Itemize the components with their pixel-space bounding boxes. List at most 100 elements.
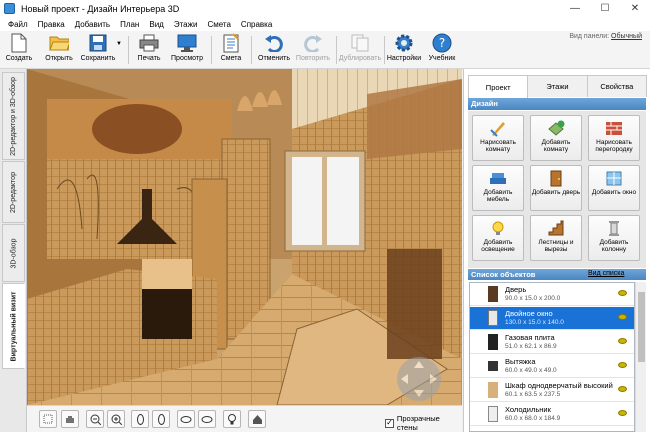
window-title: Новый проект - Дизайн Интерьера 3D <box>21 3 180 14</box>
settings-button[interactable]: Настройки <box>386 33 422 67</box>
list-item[interactable]: Шкаф однодверчатый высокий 60.1 x 63.5 x… <box>470 379 634 402</box>
undo-button[interactable]: Отменить <box>256 33 292 67</box>
object-list: Дверь 90.0 x 15.0 x 200.0 Двойное окно 1… <box>469 282 635 432</box>
menu-edit[interactable]: Правка <box>33 20 70 29</box>
add-window-button[interactable]: Добавить окно <box>588 165 640 211</box>
tab-3d-view[interactable]: 3D-обзор <box>2 224 25 282</box>
visibility-eye-icon[interactable] <box>618 314 627 320</box>
design-buttons-grid: Нарисовать комнату Добавить комнату Нари… <box>468 111 646 268</box>
print-button[interactable]: Печать <box>134 33 164 67</box>
door-icon <box>550 170 562 187</box>
tab-virtual-visit[interactable]: Виртуальный визит <box>2 283 25 369</box>
list-item-selected[interactable]: Двойное окно 130.0 x 15.0 x 140.0 <box>470 307 634 330</box>
light-bulb-icon <box>228 413 236 424</box>
list-item[interactable]: Холодильник 60.0 x 68.0 x 184.9 <box>470 403 634 426</box>
home-view-button[interactable] <box>248 410 266 428</box>
monitor-icon <box>177 33 197 53</box>
light-bulb-icon <box>492 221 504 235</box>
visibility-eye-icon[interactable] <box>618 362 627 368</box>
menu-add[interactable]: Добавить <box>70 20 115 29</box>
maximize-button[interactable]: ☐ <box>590 0 620 17</box>
menu-estimate[interactable]: Смета <box>202 20 235 29</box>
design-section-header: Дизайн <box>468 98 646 110</box>
tab-2d-editor[interactable]: 2D-редактор <box>2 161 25 223</box>
add-column-button[interactable]: Добавить колонну <box>588 215 640 261</box>
tilt-down-button[interactable] <box>198 410 216 428</box>
gear-icon <box>394 33 414 53</box>
checkbox-box[interactable]: ✓ <box>385 418 394 428</box>
tab-floors[interactable]: Этажи <box>527 75 588 97</box>
rotate-right-button[interactable] <box>152 410 170 428</box>
rotate-right-icon <box>157 413 165 425</box>
orbit-down-icon <box>201 415 213 423</box>
orbit-up-icon <box>180 415 192 423</box>
toolbar-separator <box>251 36 252 64</box>
tilt-up-button[interactable] <box>177 410 195 428</box>
list-item[interactable]: Вытяжка 60.0 x 49.0 x 49.0 <box>470 355 634 378</box>
folder-icon <box>49 33 69 53</box>
panel-view-value[interactable]: Обычный <box>611 33 642 40</box>
add-room-button[interactable]: Добавить комнату <box>530 115 582 161</box>
open-button[interactable]: Открыть <box>42 33 76 67</box>
right-panel: Проект Этажи Свойства Дизайн Нарисовать … <box>463 69 650 432</box>
minimize-button[interactable]: — <box>560 0 590 17</box>
object-list-scrollbar[interactable] <box>635 282 646 432</box>
list-item[interactable]: Газовая плита 51.0 x 62.1 x 86.9 <box>470 331 634 354</box>
visibility-eye-icon[interactable] <box>618 290 627 296</box>
visibility-eye-icon[interactable] <box>618 386 627 392</box>
create-button[interactable]: Создать <box>4 33 34 67</box>
zoom-in-icon <box>111 414 122 425</box>
scrollbar-thumb[interactable] <box>638 292 645 362</box>
notepad-icon <box>221 33 241 53</box>
kitchen-3d-render <box>27 69 462 405</box>
add-lighting-button[interactable]: Добавить освещение <box>472 215 524 261</box>
redo-button[interactable]: Повторить <box>294 33 332 67</box>
tutorial-button[interactable]: ? Учебник <box>426 33 458 67</box>
save-button[interactable]: Сохранить <box>80 33 116 67</box>
stairs-button[interactable]: Лестницы и вырезы <box>530 215 582 261</box>
toolbar-separator <box>211 36 212 64</box>
draw-partition-button[interactable]: Нарисовать перегородку <box>588 115 640 161</box>
transparent-walls-checkbox[interactable]: ✓ Прозрачные стены <box>385 414 462 432</box>
draw-room-button[interactable]: Нарисовать комнату <box>472 115 524 161</box>
select-tool-button[interactable] <box>39 410 57 428</box>
rotate-left-button[interactable] <box>131 410 149 428</box>
zoom-in-button[interactable] <box>107 410 125 428</box>
zoom-out-button[interactable] <box>86 410 104 428</box>
hand-tool-button[interactable] <box>61 410 79 428</box>
add-furniture-button[interactable]: Добавить мебель <box>472 165 524 211</box>
brick-wall-icon <box>606 122 622 135</box>
cabinet-thumbnail <box>488 382 498 398</box>
preview-button[interactable]: Просмотр <box>170 33 204 67</box>
menu-help[interactable]: Справка <box>236 20 277 29</box>
hand-icon <box>66 416 74 423</box>
tab-project[interactable]: Проект <box>468 75 529 98</box>
help-icon: ? <box>432 33 452 53</box>
list-item[interactable]: Дверь 90.0 x 15.0 x 200.0 <box>470 283 634 306</box>
menu-floors[interactable]: Этажи <box>169 20 203 29</box>
3d-viewport[interactable] <box>27 69 462 405</box>
menu-plan[interactable]: План <box>115 20 144 29</box>
home-icon <box>252 414 262 424</box>
menu-file[interactable]: Файл <box>3 20 33 29</box>
visibility-eye-icon[interactable] <box>618 410 627 416</box>
visibility-eye-icon[interactable] <box>618 338 627 344</box>
menu-bar: Файл Правка Добавить План Вид Этажи Смет… <box>0 17 650 31</box>
tab-2d-and-3d[interactable]: 2D-редактор и 3D-обзор <box>2 72 25 160</box>
duplicate-button[interactable]: Дублировать <box>339 33 381 67</box>
duplicate-icon <box>350 33 370 53</box>
new-file-icon <box>9 33 29 53</box>
tab-properties[interactable]: Свойства <box>586 75 647 97</box>
lighting-button[interactable] <box>223 410 241 428</box>
toolbar-separator <box>336 36 337 64</box>
close-button[interactable]: ✕ <box>620 0 650 17</box>
app-icon <box>4 3 15 14</box>
toolbar-separator <box>384 36 385 64</box>
stairs-icon <box>548 220 564 236</box>
menu-view[interactable]: Вид <box>144 20 168 29</box>
estimate-button[interactable]: Смета <box>217 33 245 67</box>
panel-view-selector[interactable]: Вид панели: Обычный <box>569 33 642 40</box>
column-icon <box>609 221 619 236</box>
add-door-button[interactable]: Добавить дверь <box>530 165 582 211</box>
list-view-link[interactable]: Вид списка <box>588 270 624 277</box>
